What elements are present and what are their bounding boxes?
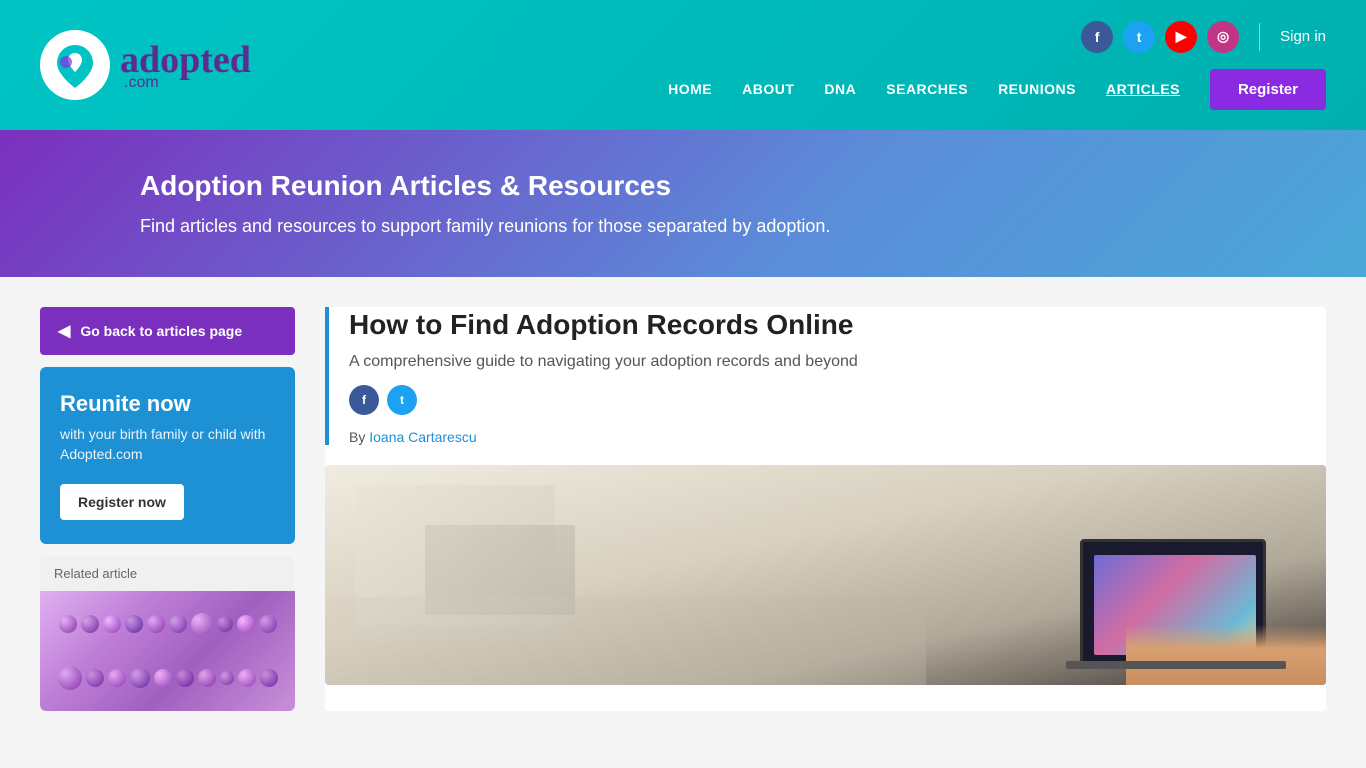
main-nav: HOME ABOUT DNA SEARCHES REUNIONS ARTICLE… <box>668 69 1326 110</box>
nav-reunions[interactable]: REUNIONS <box>998 81 1076 97</box>
article-author-link[interactable]: Ioana Cartarescu <box>369 429 476 445</box>
related-article-image[interactable] <box>40 591 295 711</box>
article-image <box>325 465 1326 685</box>
article-subtitle: A comprehensive guide to navigating your… <box>349 353 1326 371</box>
related-article-box: Related article <box>40 556 295 711</box>
nav-about[interactable]: ABOUT <box>742 81 794 97</box>
hero-subtitle: Find articles and resources to support f… <box>140 216 1326 237</box>
back-button-label: Go back to articles page <box>80 323 242 339</box>
youtube-icon[interactable]: ▶ <box>1165 21 1197 53</box>
related-article-label: Related article <box>40 556 295 591</box>
article-title: How to Find Adoption Records Online <box>349 307 1326 343</box>
back-to-articles-button[interactable]: ◀ Go back to articles page <box>40 307 295 355</box>
article-main: How to Find Adoption Records Online A co… <box>325 307 1326 711</box>
article-author-line: By Ioana Cartarescu <box>349 429 1326 445</box>
reunite-title: Reunite now <box>60 391 275 417</box>
logo[interactable]: adopted .com <box>40 30 251 100</box>
article-facebook-share[interactable]: f <box>349 385 379 415</box>
logo-dotcom: .com <box>124 74 251 92</box>
hands-area <box>1126 625 1326 685</box>
main-content: ◀ Go back to articles page Reunite now w… <box>0 277 1366 741</box>
article-author-prefix: By <box>349 429 369 445</box>
twitter-icon[interactable]: t <box>1123 21 1155 53</box>
logo-text: adopted .com <box>120 38 251 92</box>
reunite-box: Reunite now with your birth family or ch… <box>40 367 295 544</box>
article-twitter-share[interactable]: t <box>387 385 417 415</box>
nav-articles[interactable]: ARTICLES <box>1106 81 1180 97</box>
hero-banner: Adoption Reunion Articles & Resources Fi… <box>0 130 1366 277</box>
nav-searches[interactable]: SEARCHES <box>886 81 968 97</box>
header-right-area: f t ▶ ◎ Sign in HOME ABOUT DNA SEARCHES … <box>668 21 1326 110</box>
article-social-share: f t <box>349 385 1326 415</box>
site-header: adopted .com f t ▶ ◎ Sign in HOME ABOUT … <box>0 0 1366 130</box>
reunite-subtitle: with your birth family or child with Ado… <box>60 425 275 464</box>
facebook-icon[interactable]: f <box>1081 21 1113 53</box>
nav-home[interactable]: HOME <box>668 81 712 97</box>
back-arrow-icon: ◀ <box>58 321 70 341</box>
laptop-image-sim <box>325 465 1326 685</box>
logo-icon <box>40 30 110 100</box>
instagram-icon[interactable]: ◎ <box>1207 21 1239 53</box>
social-icons-group: f t ▶ ◎ <box>1081 21 1239 53</box>
signin-link[interactable]: Sign in <box>1280 28 1326 45</box>
social-signin-bar: f t ▶ ◎ Sign in <box>1081 21 1326 53</box>
register-button[interactable]: Register <box>1210 69 1326 110</box>
hero-title: Adoption Reunion Articles & Resources <box>140 170 1326 202</box>
reunite-register-button[interactable]: Register now <box>60 484 184 520</box>
sidebar: ◀ Go back to articles page Reunite now w… <box>40 307 295 711</box>
vertical-divider <box>1259 23 1260 51</box>
article-header-section: How to Find Adoption Records Online A co… <box>325 307 1326 445</box>
nav-dna[interactable]: DNA <box>824 81 856 97</box>
